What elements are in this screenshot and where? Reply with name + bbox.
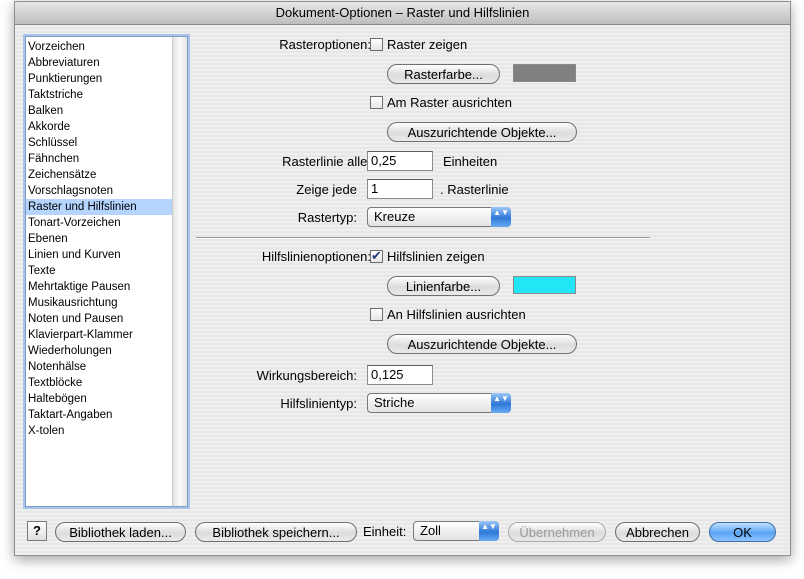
- snap-to-guides-checkbox[interactable]: [370, 308, 383, 321]
- list-item[interactable]: Akkorde: [26, 119, 173, 135]
- grid-units-label: Einheiten: [443, 154, 498, 169]
- range-input[interactable]: 0,125: [367, 365, 433, 385]
- checkmark-icon: ✔: [371, 248, 382, 263]
- category-list[interactable]: Vorzeichen Abbreviaturen Punktierungen Takt…: [25, 36, 188, 507]
- show-every-suffix: . Rasterlinie: [440, 182, 509, 197]
- list-scrollbar[interactable]: [172, 37, 187, 506]
- section-divider: [196, 237, 650, 239]
- help-button[interactable]: ?: [27, 521, 47, 541]
- grid-line-every-label: Rasterlinie alle:: [282, 154, 371, 169]
- list-item[interactable]: Ebenen: [26, 231, 173, 247]
- list-item[interactable]: Tonart-Vorzeichen: [26, 215, 173, 231]
- list-item[interactable]: Fähnchen: [26, 151, 173, 167]
- guide-type-select[interactable]: Striche ▲▼: [367, 393, 511, 413]
- list-item[interactable]: Zeichensätze: [26, 167, 173, 183]
- unit-value: Zoll: [420, 523, 441, 538]
- list-item[interactable]: Raster und Hilfslinien: [26, 199, 173, 215]
- list-item[interactable]: Notenhälse: [26, 359, 173, 375]
- show-every-label: Zeige jede: [296, 182, 357, 197]
- grid-objects-button[interactable]: Auszurichtende Objekte...: [387, 122, 577, 142]
- guide-color-swatch[interactable]: [513, 276, 576, 294]
- grid-type-select[interactable]: Kreuze ▲▼: [367, 207, 511, 227]
- show-guides-checkbox[interactable]: ✔: [370, 248, 383, 263]
- grid-type-value: Kreuze: [374, 209, 416, 224]
- category-list-items: Vorzeichen Abbreviaturen Punktierungen Takt…: [26, 39, 173, 439]
- select-arrows-icon: ▲▼: [479, 521, 499, 541]
- list-item[interactable]: Textblöcke: [26, 375, 173, 391]
- guide-objects-button[interactable]: Auszurichtende Objekte...: [387, 334, 577, 354]
- snap-to-grid-checkbox[interactable]: [370, 96, 383, 109]
- guide-color-button[interactable]: Linienfarbe...: [387, 276, 500, 296]
- list-item[interactable]: Haltebögen: [26, 391, 173, 407]
- guide-type-value: Striche: [374, 395, 415, 410]
- list-item[interactable]: Vorzeichen: [26, 39, 173, 55]
- list-item[interactable]: Texte: [26, 263, 173, 279]
- list-item[interactable]: Taktart-Angaben: [26, 407, 173, 423]
- list-item[interactable]: Schlüssel: [26, 135, 173, 151]
- list-item[interactable]: Balken: [26, 103, 173, 119]
- load-library-button[interactable]: Bibliothek laden...: [55, 522, 186, 542]
- guide-options-label: Hilfslinienoptionen:: [261, 249, 371, 264]
- show-guides-label: Hilfslinien zeigen: [387, 249, 485, 264]
- list-item[interactable]: Abbreviaturen: [26, 55, 173, 71]
- list-item[interactable]: Vorschlagsnoten: [26, 183, 173, 199]
- list-item[interactable]: Musikausrichtung: [26, 295, 173, 311]
- apply-button[interactable]: Übernehmen: [508, 522, 606, 542]
- select-arrows-icon: ▲▼: [491, 207, 511, 227]
- show-grid-checkbox[interactable]: [370, 38, 383, 51]
- list-item[interactable]: Noten und Pausen: [26, 311, 173, 327]
- list-item[interactable]: X-tolen: [26, 423, 173, 439]
- grid-color-swatch[interactable]: [513, 64, 576, 82]
- window-title: Dokument-Optionen – Raster und Hilfslini…: [15, 2, 790, 25]
- guide-type-label: Hilfslinientyp:: [280, 396, 357, 411]
- ok-button[interactable]: OK: [709, 522, 776, 542]
- unit-label: Einheit:: [363, 524, 407, 539]
- show-grid-label: Raster zeigen: [387, 37, 468, 52]
- range-label: Wirkungsbereich:: [256, 368, 357, 383]
- snap-to-grid-label: Am Raster ausrichten: [387, 95, 512, 110]
- select-arrows-icon: ▲▼: [491, 393, 511, 413]
- dialog-window: Dokument-Optionen – Raster und Hilfslini…: [14, 1, 791, 556]
- list-item[interactable]: Taktstriche: [26, 87, 173, 103]
- unit-select[interactable]: Zoll ▲▼: [413, 521, 499, 541]
- grid-line-every-input[interactable]: 0,25: [367, 151, 433, 171]
- list-item[interactable]: Wiederholungen: [26, 343, 173, 359]
- raster-options-label: Rasteroptionen:: [279, 37, 371, 52]
- snap-to-guides-label: An Hilfslinien ausrichten: [387, 307, 526, 322]
- list-item[interactable]: Punktierungen: [26, 71, 173, 87]
- dialog-content: Vorzeichen Abbreviaturen Punktierungen Takt…: [15, 25, 790, 555]
- save-library-button[interactable]: Bibliothek speichern...: [195, 522, 357, 542]
- grid-type-label: Rastertyp:: [297, 210, 357, 225]
- list-item[interactable]: Mehrtaktige Pausen: [26, 279, 173, 295]
- grid-color-button[interactable]: Rasterfarbe...: [387, 64, 500, 84]
- cancel-button[interactable]: Abbrechen: [615, 522, 700, 542]
- list-item[interactable]: Klavierpart-Klammer: [26, 327, 173, 343]
- list-item[interactable]: Linien und Kurven: [26, 247, 173, 263]
- show-every-input[interactable]: 1: [367, 179, 433, 199]
